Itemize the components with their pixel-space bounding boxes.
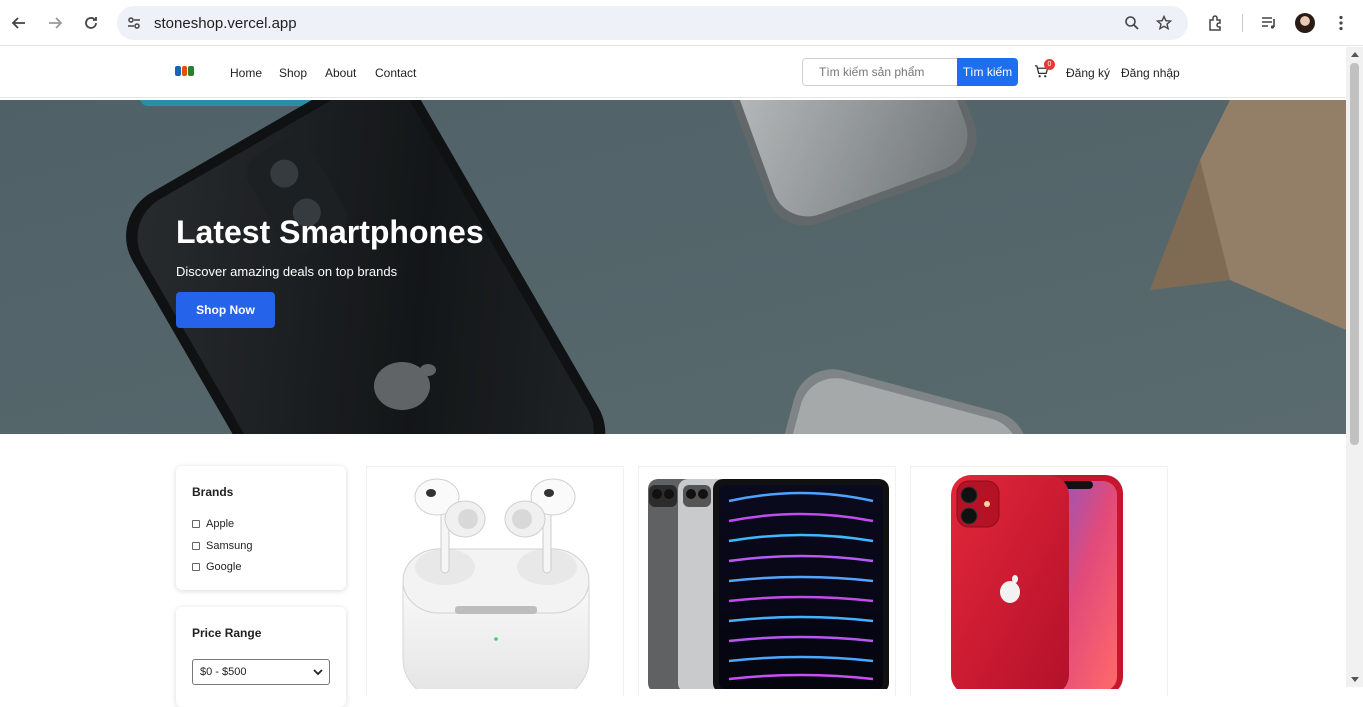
nav-contact[interactable]: Contact	[375, 66, 416, 80]
browser-menu-icon[interactable]	[1329, 11, 1353, 35]
login-link[interactable]: Đăng nhập	[1121, 66, 1180, 80]
product-card-airpods[interactable]	[366, 466, 624, 700]
url-text[interactable]: stoneshop.vercel.app	[154, 15, 297, 32]
nav-about[interactable]: About	[325, 66, 356, 80]
forward-icon[interactable]	[43, 11, 67, 35]
price-filter-panel: Price Range $0 - $500	[176, 607, 346, 707]
bookmark-star-icon[interactable]	[1155, 14, 1173, 32]
brands-title: Brands	[192, 485, 234, 499]
brand-label: Apple	[206, 518, 235, 530]
profile-avatar[interactable]	[1295, 13, 1315, 33]
checkbox-icon[interactable]	[192, 563, 200, 571]
hero-banner: Latest Smartphones Discover amazing deal…	[0, 100, 1346, 434]
hero-subtitle: Discover amazing deals on top brands	[176, 264, 398, 279]
brand-checkbox-samsung[interactable]: Samsung	[192, 540, 252, 552]
product-card-iphone[interactable]	[910, 466, 1168, 696]
ipad-pro-image	[648, 479, 889, 693]
zoom-icon[interactable]	[1123, 14, 1141, 32]
airpods-pro-image	[402, 478, 590, 700]
site-info-icon[interactable]	[125, 14, 143, 32]
toolbar-divider	[1242, 14, 1243, 32]
brand-checkbox-apple[interactable]: Apple	[192, 518, 234, 530]
reload-icon[interactable]	[79, 11, 103, 35]
price-range-value: $0 - $500	[200, 666, 247, 678]
brand-label: Google	[206, 561, 242, 573]
page-scrollbar[interactable]	[1346, 47, 1363, 687]
checkbox-icon[interactable]	[192, 520, 200, 528]
search-input[interactable]	[802, 58, 958, 86]
brand-checkbox-google[interactable]: Google	[192, 561, 241, 573]
price-range-title: Price Range	[192, 626, 262, 640]
site-logo[interactable]	[175, 66, 195, 76]
shop-now-button[interactable]: Shop Now	[176, 292, 275, 328]
back-icon[interactable]	[7, 11, 31, 35]
scroll-down-icon[interactable]	[1351, 677, 1359, 682]
scroll-up-icon[interactable]	[1351, 52, 1359, 57]
search-button[interactable]: Tìm kiếm	[957, 58, 1018, 86]
register-link[interactable]: Đăng ký	[1066, 66, 1110, 80]
extensions-icon[interactable]	[1204, 11, 1228, 35]
brands-filter-panel: Brands Apple Samsung Google	[176, 466, 346, 590]
cart-count-badge: 0	[1044, 59, 1055, 70]
scroll-thumb[interactable]	[1350, 63, 1359, 445]
product-card-ipad[interactable]	[638, 466, 896, 696]
iphone-11-red-image	[951, 475, 1123, 695]
price-range-select[interactable]: $0 - $500	[192, 659, 330, 685]
media-playlist-icon[interactable]	[1257, 11, 1281, 35]
browser-toolbar: stoneshop.vercel.app	[0, 0, 1363, 46]
hero-title: Latest Smartphones	[176, 214, 484, 250]
address-bar[interactable]: stoneshop.vercel.app	[117, 6, 1188, 40]
nav-home[interactable]: Home	[230, 66, 262, 80]
site-header: Home Shop About Contact Tìm kiếm 0 Đăng …	[0, 47, 1346, 98]
brand-label: Samsung	[206, 540, 253, 552]
nav-shop[interactable]: Shop	[279, 66, 307, 80]
checkbox-icon[interactable]	[192, 542, 200, 550]
chevron-down-icon	[313, 668, 323, 675]
